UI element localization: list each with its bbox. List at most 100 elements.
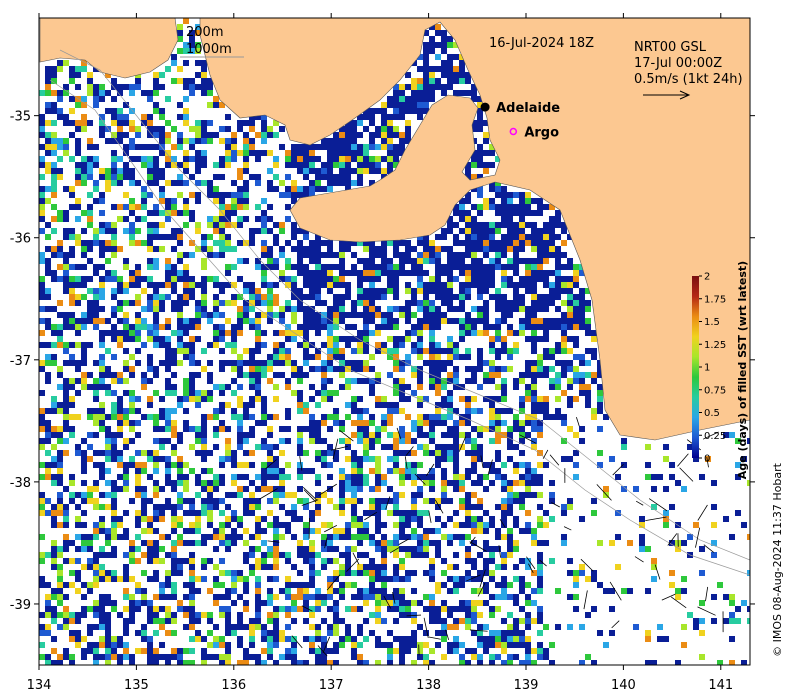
sst-pixel: [357, 408, 363, 414]
sst-pixel: [207, 84, 213, 90]
sst-pixel: [471, 366, 477, 372]
sst-pixel: [225, 300, 231, 306]
sst-pixel: [405, 282, 411, 288]
sst-pixel: [135, 240, 141, 246]
sst-pixel: [417, 486, 423, 492]
sst-pixel: [375, 264, 381, 270]
sst-pixel: [471, 264, 477, 270]
sst-pixel: [441, 84, 447, 90]
sst-pixel: [99, 492, 105, 498]
sst-pixel: [123, 168, 129, 174]
sst-pixel: [555, 246, 561, 252]
sst-pixel: [351, 582, 357, 588]
sst-pixel: [537, 198, 543, 204]
sst-pixel: [105, 624, 111, 630]
sst-pixel: [39, 126, 45, 132]
sst-pixel: [525, 396, 531, 402]
sst-pixel: [417, 264, 423, 270]
sst-pixel: [39, 552, 45, 558]
sst-pixel: [171, 618, 177, 624]
sst-pixel: [477, 432, 483, 438]
sst-pixel: [123, 594, 129, 600]
sst-pixel: [177, 570, 183, 576]
sst-pixel: [501, 198, 507, 204]
sst-pixel: [579, 624, 585, 630]
sst-pixel: [243, 648, 249, 654]
sst-pixel: [423, 300, 429, 306]
sst-pixel: [381, 546, 387, 552]
sst-pixel: [327, 426, 333, 432]
sst-pixel: [195, 84, 201, 90]
sst-pixel: [111, 546, 117, 552]
sst-pixel: [201, 498, 207, 504]
sst-pixel: [279, 228, 285, 234]
sst-pixel: [219, 462, 225, 468]
sst-pixel: [627, 540, 633, 546]
sst-pixel: [129, 84, 135, 90]
sst-pixel: [537, 588, 543, 594]
sst-pixel: [321, 390, 327, 396]
sst-pixel: [399, 336, 405, 342]
sst-pixel: [45, 372, 51, 378]
sst-pixel: [387, 402, 393, 408]
sst-pixel: [387, 270, 393, 276]
sst-pixel: [57, 474, 63, 480]
sst-pixel: [51, 516, 57, 522]
sst-pixel: [399, 252, 405, 258]
sst-pixel: [459, 618, 465, 624]
sst-pixel: [249, 234, 255, 240]
sst-pixel: [87, 78, 93, 84]
sst-pixel: [255, 360, 261, 366]
sst-pixel: [435, 42, 441, 48]
sst-pixel: [393, 552, 399, 558]
sst-pixel: [261, 150, 267, 156]
sst-pixel: [465, 210, 471, 216]
sst-pixel: [303, 174, 309, 180]
sst-pixel: [153, 654, 159, 660]
sst-pixel: [471, 438, 477, 444]
sst-pixel: [75, 504, 81, 510]
sst-pixel: [219, 300, 225, 306]
sst-pixel: [339, 174, 345, 180]
sst-pixel: [45, 270, 51, 276]
sst-pixel: [315, 630, 321, 636]
sst-pixel: [201, 288, 207, 294]
sst-pixel: [471, 372, 477, 378]
sst-pixel: [183, 120, 189, 126]
sst-pixel: [321, 282, 327, 288]
sst-pixel: [483, 150, 489, 156]
sst-pixel: [261, 276, 267, 282]
sst-pixel: [39, 366, 45, 372]
sst-pixel: [249, 498, 255, 504]
sst-pixel: [459, 324, 465, 330]
sst-pixel: [651, 474, 657, 480]
sst-pixel: [147, 294, 153, 300]
sst-pixel: [567, 366, 573, 372]
sst-pixel: [81, 264, 87, 270]
sst-pixel: [255, 420, 261, 426]
sst-pixel: [441, 492, 447, 498]
sst-pixel: [237, 306, 243, 312]
sst-pixel: [555, 276, 561, 282]
sst-pixel: [93, 162, 99, 168]
sst-pixel: [39, 612, 45, 618]
sst-pixel: [399, 114, 405, 120]
sst-pixel: [381, 258, 387, 264]
sst-pixel: [219, 240, 225, 246]
sst-pixel: [159, 444, 165, 450]
sst-pixel: [147, 276, 153, 282]
sst-pixel: [267, 456, 273, 462]
sst-pixel: [411, 438, 417, 444]
sst-pixel: [429, 354, 435, 360]
sst-pixel: [177, 234, 183, 240]
sst-pixel: [207, 498, 213, 504]
sst-pixel: [243, 138, 249, 144]
sst-pixel: [597, 462, 603, 468]
sst-pixel: [465, 276, 471, 282]
sst-pixel: [507, 444, 513, 450]
sst-pixel: [345, 282, 351, 288]
sst-pixel: [339, 150, 345, 156]
sst-pixel: [441, 558, 447, 564]
sst-pixel: [105, 276, 111, 282]
sst-pixel: [543, 540, 549, 546]
